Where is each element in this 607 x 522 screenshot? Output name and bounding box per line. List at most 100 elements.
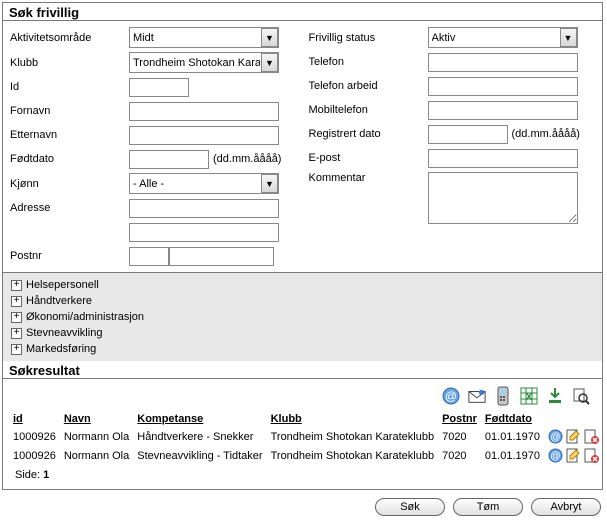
telefon-arbeid-input[interactable] — [428, 77, 578, 96]
tom-button[interactable]: Tøm — [453, 498, 523, 516]
fodtdato-label: Fødtdato — [9, 153, 129, 165]
cell-klubb: Trondheim Shotokan Karateklubb — [267, 427, 438, 446]
cell-navn: Normann Ola — [60, 427, 133, 446]
svg-text:@: @ — [445, 389, 457, 403]
fornavn-input[interactable] — [129, 102, 279, 121]
etternavn-input[interactable] — [129, 126, 279, 145]
tree-item[interactable]: + Helsepersonell — [11, 277, 594, 293]
telefon-arbeid-label: Telefon arbeid — [308, 80, 428, 92]
col-kompetanse[interactable]: Kompetanse — [133, 411, 266, 427]
adresse2-input[interactable] — [129, 223, 279, 242]
row-edit-icon[interactable] — [566, 448, 581, 463]
at-icon[interactable]: @ — [442, 387, 460, 405]
cell-kompetanse: Håndtverkere - Snekker — [133, 427, 266, 446]
col-postnr[interactable]: Postnr — [438, 411, 481, 427]
search-icon[interactable] — [572, 387, 590, 405]
status-label: Frivillig status — [308, 32, 428, 44]
col-id[interactable]: id — [9, 411, 60, 427]
regdato-input[interactable] — [428, 125, 508, 144]
postnr-city-display — [169, 247, 274, 266]
plus-icon[interactable]: + — [11, 312, 22, 323]
cell-navn: Normann Ola — [60, 446, 133, 465]
download-icon[interactable] — [546, 387, 564, 405]
postnr-label: Postnr — [9, 250, 129, 262]
row-at-icon[interactable]: @ — [548, 429, 563, 444]
pager: Side: 1 — [9, 465, 596, 485]
pager-page: 1 — [43, 469, 49, 481]
page-title: Søk frivillig — [3, 3, 602, 21]
tree-item[interactable]: + Stevneavvikling — [11, 325, 594, 341]
sok-button[interactable]: Søk — [375, 498, 445, 516]
cell-postnr: 7020 — [438, 427, 481, 446]
row-edit-icon[interactable] — [566, 429, 581, 444]
mail-icon[interactable] — [468, 387, 486, 405]
fornavn-label: Fornavn — [9, 105, 129, 117]
row-delete-icon[interactable] — [584, 448, 599, 463]
cell-id: 1000926 — [9, 446, 60, 465]
mobil-input[interactable] — [428, 101, 578, 120]
plus-icon[interactable]: + — [11, 280, 22, 291]
button-bar: Søk Tøm Avbryt — [2, 490, 605, 520]
aktivitetsomrade-select[interactable]: Midt — [129, 27, 279, 48]
results-table: id Navn Kompetanse Klubb Postnr Fødtdato… — [9, 411, 603, 465]
results-title: Søkresultat — [3, 361, 602, 379]
etternavn-label: Etternavn — [9, 129, 129, 141]
cell-fodtdato: 01.01.1970 — [481, 446, 544, 465]
results-toolbar: @ X — [9, 385, 596, 411]
col-fodtdato[interactable]: Fødtdato — [481, 411, 544, 427]
fodtdato-input[interactable] — [129, 150, 209, 169]
status-select[interactable]: Aktiv — [428, 27, 578, 48]
cell-kompetanse: Stevneavvikling - Tidtaker — [133, 446, 266, 465]
cell-fodtdato: 01.01.1970 — [481, 427, 544, 446]
competence-tree: + Helsepersonell + Håndtverkere + Økonomi/a… — [3, 272, 602, 361]
svg-text:X: X — [526, 392, 533, 403]
plus-icon[interactable]: + — [11, 328, 22, 339]
col-navn[interactable]: Navn — [60, 411, 133, 427]
regdato-hint: (dd.mm.åååå) — [512, 128, 580, 140]
plus-icon[interactable]: + — [11, 344, 22, 355]
telefon-input[interactable] — [428, 53, 578, 72]
postnr-code-input[interactable] — [129, 247, 169, 266]
regdato-label: Registrert dato — [308, 128, 428, 140]
cell-id: 1000926 — [9, 427, 60, 446]
tree-item-label: Stevneavvikling — [26, 327, 102, 339]
id-label: Id — [9, 81, 129, 93]
table-row: 1000926 Normann Ola Stevneavvikling - Ti… — [9, 446, 603, 465]
tree-item-label: Helsepersonell — [26, 279, 99, 291]
row-at-icon[interactable]: @ — [548, 448, 563, 463]
avbryt-button[interactable]: Avbryt — [531, 498, 601, 516]
kommentar-label: Kommentar — [308, 172, 428, 184]
tree-item-label: Markedsføring — [26, 343, 96, 355]
table-row: 1000926 Normann Ola Håndtverkere - Snekk… — [9, 427, 603, 446]
svg-text:@: @ — [550, 451, 560, 462]
tree-item-label: Økonomi/administrasjon — [26, 311, 144, 323]
fodtdato-hint: (dd.mm.åååå) — [213, 153, 281, 165]
col-klubb[interactable]: Klubb — [267, 411, 438, 427]
row-delete-icon[interactable] — [584, 429, 599, 444]
cell-postnr: 7020 — [438, 446, 481, 465]
klubb-label: Klubb — [9, 57, 129, 69]
plus-icon[interactable]: + — [11, 296, 22, 307]
tree-item[interactable]: + Økonomi/administrasjon — [11, 309, 594, 325]
adresse-input[interactable] — [129, 199, 279, 218]
tree-item[interactable]: + Håndtverkere — [11, 293, 594, 309]
kjonn-select[interactable]: - Alle - — [129, 173, 279, 194]
cell-klubb: Trondheim Shotokan Karateklubb — [267, 446, 438, 465]
search-form: Aktivitetsområde Midt ▼ Klubb Trondheim … — [3, 21, 602, 272]
adresse-label: Adresse — [9, 202, 129, 214]
tree-item[interactable]: + Markedsføring — [11, 341, 594, 357]
tree-item-label: Håndtverkere — [26, 295, 92, 307]
svg-text:@: @ — [550, 432, 560, 443]
kjonn-label: Kjønn — [9, 178, 129, 190]
pager-label: Side: — [15, 469, 40, 481]
mobil-label: Mobiltelefon — [308, 104, 428, 116]
kommentar-textarea[interactable] — [428, 172, 578, 224]
aktivitetsomrade-label: Aktivitetsområde — [9, 32, 129, 44]
phone-icon[interactable] — [494, 387, 512, 405]
telefon-label: Telefon — [308, 56, 428, 68]
epost-label: E-post — [308, 152, 428, 164]
klubb-select[interactable]: Trondheim Shotokan Karat — [129, 52, 279, 73]
excel-icon[interactable]: X — [520, 387, 538, 405]
id-input[interactable] — [129, 78, 189, 97]
epost-input[interactable] — [428, 149, 578, 168]
